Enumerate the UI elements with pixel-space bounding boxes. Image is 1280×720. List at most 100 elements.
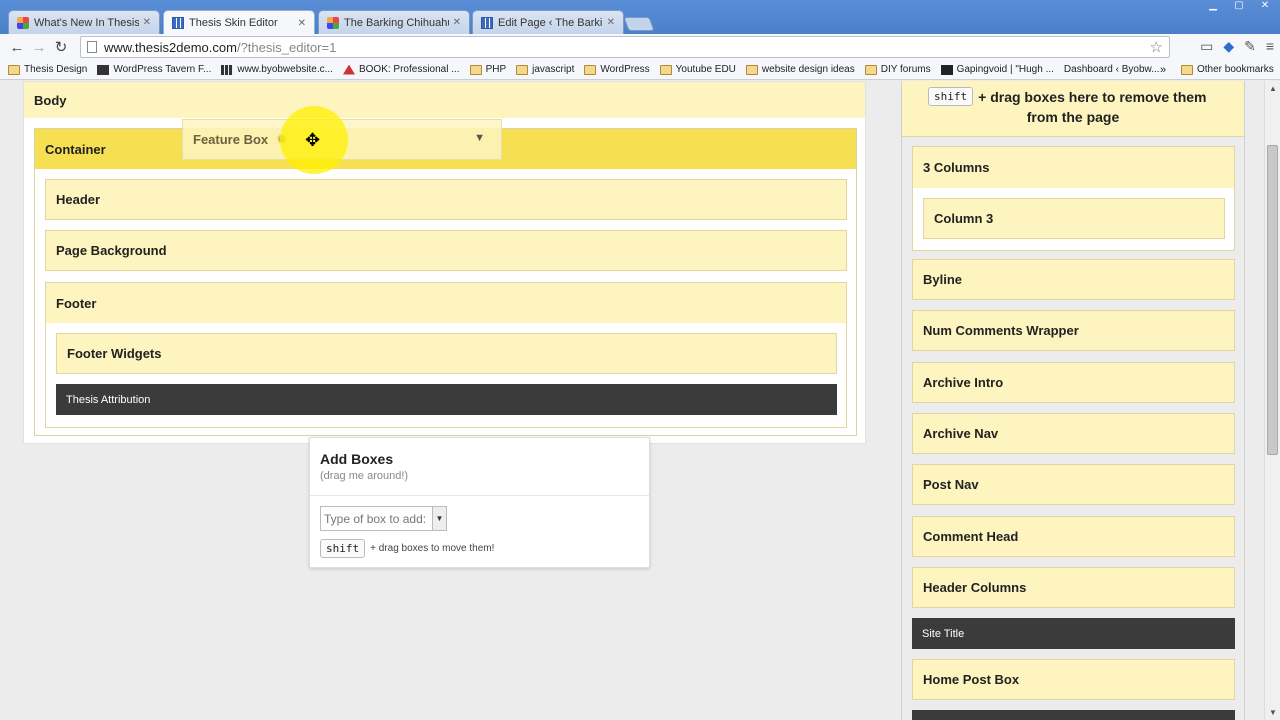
- folder-icon: [8, 64, 20, 75]
- move-hint-text: + drag boxes to move them!: [370, 543, 495, 554]
- bookmark-icon: [342, 64, 355, 75]
- bookmark-label: DIY forums: [880, 64, 931, 75]
- other-bookmarks-label: Other bookmarks: [1197, 64, 1274, 75]
- bookmark-label: WordPress: [600, 64, 650, 75]
- close-icon[interactable]: ✕: [143, 17, 151, 28]
- box-type-select[interactable]: Type of box to add: ▼: [320, 506, 447, 531]
- bookmark-item[interactable]: WordPress Tavern F...: [97, 64, 211, 75]
- tools-icon[interactable]: ✎: [1244, 38, 1256, 55]
- tab-whats-new[interactable]: What's New In Thesis 2.0? ✕: [8, 10, 160, 34]
- minimize-icon[interactable]: ▁: [1200, 0, 1226, 14]
- bookmark-item[interactable]: website design ideas: [745, 64, 855, 75]
- browser-toolbar: ← → ↻ www.thesis2demo.com/?thesis_editor…: [0, 34, 1280, 60]
- tray-box-comment-head[interactable]: Comment Head: [912, 515, 1235, 557]
- reload-icon[interactable]: ↻: [50, 38, 72, 56]
- folder-icon: [469, 64, 482, 75]
- page-scrollbar[interactable]: ▲ ▼: [1264, 81, 1280, 720]
- page-icon: [87, 41, 97, 53]
- tray-box-archive-intro[interactable]: Archive Intro: [912, 361, 1235, 403]
- thesis-attribution-label: Thesis Attribution: [66, 393, 151, 406]
- tray-box-byline[interactable]: Byline: [912, 259, 1235, 300]
- column-3-box[interactable]: Column 3: [923, 198, 1225, 239]
- feature-box-label: Feature Box: [193, 132, 269, 147]
- bookmark-label: Gapingvoid | "Hugh ...: [956, 64, 1054, 75]
- back-icon[interactable]: ←: [6, 39, 28, 56]
- bookmark-label: Dashboard ‹ Byobw...: [1063, 64, 1160, 75]
- bookmark-label: Thesis Design: [24, 64, 88, 75]
- container-box-label: Container: [45, 141, 106, 157]
- close-icon[interactable]: ✕: [298, 18, 306, 29]
- footer-widgets-box[interactable]: Footer Widgets: [56, 333, 837, 374]
- toolbar-extensions: ▭ ◆ ✎ ≡: [1200, 38, 1274, 55]
- other-bookmarks[interactable]: Other bookmarks: [1181, 64, 1274, 75]
- new-tab-button[interactable]: [623, 17, 655, 31]
- menu-icon[interactable]: ≡: [1266, 38, 1274, 55]
- tray-box-label: Archive Intro: [923, 374, 1004, 390]
- bookmark-item[interactable]: Gapingvoid | "Hugh ...: [940, 64, 1054, 75]
- bookmark-item[interactable]: www.byobwebsite.c...: [221, 64, 333, 75]
- bookmark-item[interactable]: javascript: [516, 64, 574, 75]
- body-box-header[interactable]: Body: [24, 82, 865, 118]
- three-columns-header[interactable]: 3 Columns: [913, 147, 1234, 188]
- body-box-label: Body: [34, 92, 67, 108]
- header-box-label: Header: [56, 192, 101, 207]
- folder-icon: [864, 64, 877, 75]
- favicon-icon: [17, 16, 29, 29]
- add-boxes-panel[interactable]: Add Boxes (drag me around!) Type of box …: [309, 437, 650, 568]
- tab-skin-editor[interactable]: Thesis Skin Editor ✕: [163, 10, 315, 35]
- maximize-icon[interactable]: ▢: [1226, 0, 1252, 14]
- forward-icon[interactable]: →: [28, 39, 50, 56]
- tray-box-label: Num Comments Wrapper: [923, 323, 1079, 339]
- scroll-down-icon[interactable]: ▼: [1269, 708, 1277, 717]
- tab-label: Thesis Skin Editor: [189, 17, 278, 29]
- bookmark-item[interactable]: WordPress: [584, 64, 650, 75]
- container-box[interactable]: Container Header Page Background Footer …: [34, 128, 857, 436]
- thesis-attribution-box[interactable]: Thesis Attribution: [56, 384, 837, 415]
- bookmark-label: PHP: [485, 64, 507, 75]
- editor-canvas: Body Container Header Page Background Fo…: [0, 81, 1280, 720]
- tab-barking-chihuahua[interactable]: The Barking Chihuahua Ca ✕: [318, 10, 470, 34]
- tab-edit-page[interactable]: Edit Page ‹ The Barking Ch ✕: [472, 10, 624, 34]
- close-window-icon[interactable]: ✕: [1252, 0, 1278, 14]
- close-icon[interactable]: ✕: [607, 17, 615, 28]
- bookmark-item[interactable]: DIY forums: [864, 64, 931, 75]
- bookmark-item[interactable]: PHP: [469, 64, 507, 75]
- address-bar[interactable]: www.thesis2demo.com/?thesis_editor=1 ☆: [80, 36, 1170, 58]
- footer-box-header[interactable]: Footer: [46, 283, 846, 323]
- box-tray[interactable]: shift + drag boxes here to remove them f…: [901, 81, 1245, 720]
- footer-box[interactable]: Footer Footer Widgets Thesis Attribution: [45, 282, 847, 428]
- tray-box-label: Archive Nav: [923, 425, 999, 441]
- folder-icon: [516, 64, 529, 75]
- scrollbar-thumb[interactable]: [1267, 145, 1278, 455]
- tray-box-num-comments-wrapper[interactable]: Num Comments Wrapper: [912, 310, 1235, 352]
- bookmark-item[interactable]: Thesis Design: [8, 64, 87, 75]
- home-post-box[interactable]: Home Post Box: [912, 659, 1235, 700]
- folder-icon: [659, 64, 672, 75]
- bookmark-icon: [97, 64, 110, 75]
- three-columns-box[interactable]: 3 Columns Column 3: [912, 146, 1235, 251]
- tray-drop-zone[interactable]: shift + drag boxes here to remove them f…: [902, 81, 1244, 137]
- bookmarks-overflow-icon[interactable]: »: [1160, 64, 1166, 76]
- tray-box-archive-nav[interactable]: Archive Nav: [912, 412, 1235, 454]
- site-title-box[interactable]: Site Title: [912, 618, 1235, 649]
- header-box[interactable]: Header: [45, 179, 847, 220]
- close-icon[interactable]: ✕: [453, 17, 461, 28]
- dropdown-arrow-icon[interactable]: ▼: [432, 507, 446, 530]
- bookmark-icon: [221, 64, 234, 75]
- bookmark-item[interactable]: Youtube EDU: [659, 64, 736, 75]
- bookmark-item[interactable]: Dashboard ‹ Byobw...: [0, 64, 1160, 152]
- extension-icon[interactable]: ◆: [1223, 38, 1234, 55]
- scroll-up-icon[interactable]: ▲: [1269, 84, 1277, 93]
- tab-label: The Barking Chihuahua Ca: [344, 16, 449, 29]
- tab-label: What's New In Thesis 2.0?: [34, 16, 139, 29]
- bookmark-item[interactable]: BOOK: Professional ...: [342, 64, 460, 75]
- tray-item-partial[interactable]: [912, 710, 1235, 720]
- page-background-box[interactable]: Page Background: [45, 230, 847, 271]
- tray-box-header-columns[interactable]: Header Columns: [912, 566, 1235, 608]
- tray-box-post-nav[interactable]: Post Nav: [912, 464, 1235, 506]
- bookmark-star-icon[interactable]: ☆: [1150, 38, 1163, 56]
- bookmark-label: javascript: [532, 64, 575, 75]
- cast-icon[interactable]: ▭: [1200, 38, 1213, 55]
- caret-down-icon[interactable]: ▼: [474, 132, 485, 144]
- footer-widgets-label: Footer Widgets: [67, 346, 162, 361]
